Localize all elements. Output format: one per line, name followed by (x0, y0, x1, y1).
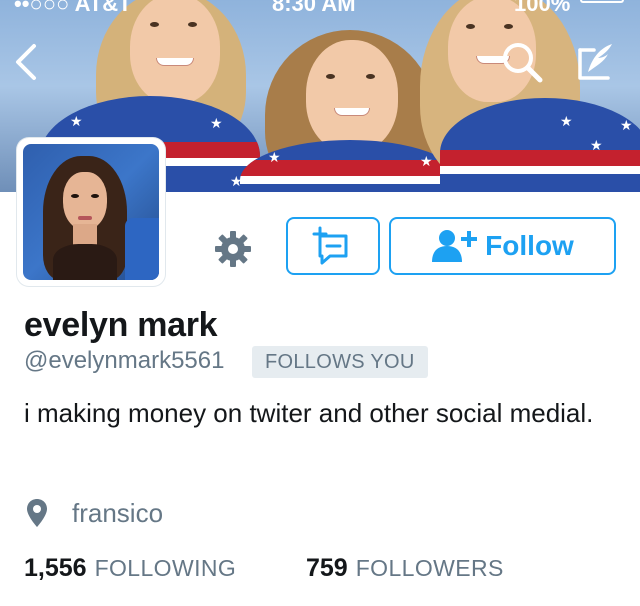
search-button[interactable] (496, 40, 548, 84)
compose-tweet-button[interactable] (570, 40, 622, 84)
followers-count: 759 (306, 554, 348, 582)
status-bar: ••○○○ AT&T 8:30 AM 100% (0, 0, 640, 16)
compose-feather-icon (578, 44, 612, 80)
avatar-photo (23, 144, 159, 280)
carrier-label: ••○○○ AT&T (14, 0, 132, 16)
profile-handle: @evelynmark5561 (24, 347, 225, 374)
following-count-link[interactable]: 1,556 FOLLOWING (24, 554, 236, 584)
follow-button[interactable]: Follow (389, 217, 616, 275)
following-count: 1,556 (24, 554, 87, 582)
followers-label: FOLLOWERS (355, 555, 504, 581)
battery-percent: 100% (514, 0, 571, 16)
profile-bio: i making money on twiter and other socia… (24, 398, 594, 428)
back-button[interactable] (6, 40, 46, 84)
profile-avatar[interactable] (17, 138, 165, 286)
follow-button-label: Follow (485, 230, 574, 261)
clock-time: 8:30 AM (272, 0, 356, 16)
follows-you-badge: FOLLOWS YOU (252, 346, 428, 378)
profile-settings-button[interactable] (210, 226, 256, 272)
location-label: fransico (72, 497, 164, 528)
direct-message-icon (312, 226, 348, 265)
gear-icon (215, 231, 251, 267)
chevron-left-icon (16, 44, 36, 80)
profile-location: fransico (26, 496, 163, 530)
following-label: FOLLOWING (94, 555, 237, 581)
profile-display-name: evelyn mark (24, 306, 218, 344)
battery-icon (580, 0, 624, 3)
add-person-icon (432, 230, 478, 262)
followers-count-link[interactable]: 759 FOLLOWERS (306, 554, 504, 584)
location-pin-icon (27, 499, 47, 527)
search-icon (503, 43, 543, 83)
direct-message-button[interactable] (286, 217, 380, 275)
